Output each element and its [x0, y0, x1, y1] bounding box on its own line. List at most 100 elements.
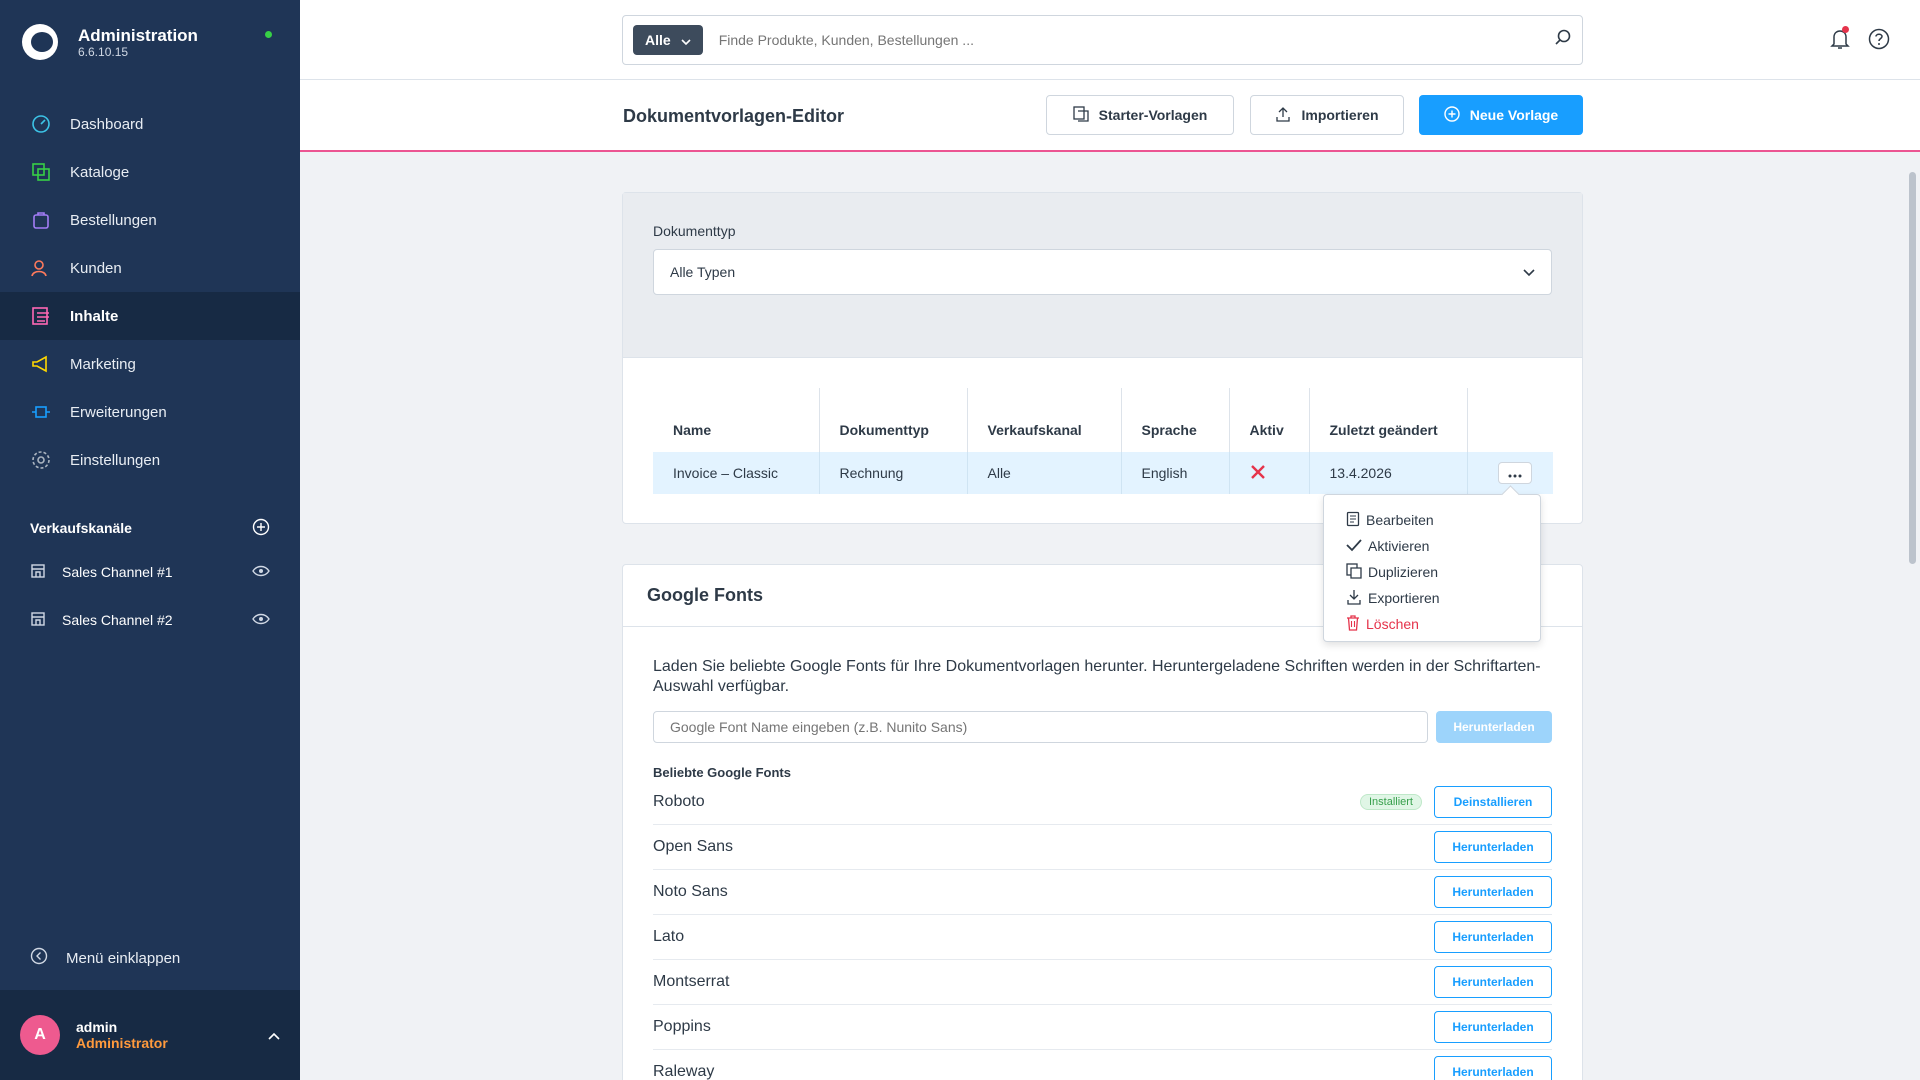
google-fonts-description: Laden Sie beliebte Google Fonts für Ihre…: [653, 658, 1541, 695]
search-input[interactable]: [718, 32, 1554, 48]
nav-item-customers[interactable]: Kunden: [0, 244, 300, 292]
sales-channel-label: Sales Channel #1: [62, 564, 173, 580]
sales-channel-item[interactable]: Sales Channel #1: [0, 548, 300, 596]
row-context-menu-button[interactable]: [1497, 462, 1532, 484]
font-row: Poppins Herunterladen: [653, 1005, 1552, 1050]
font-name: Roboto: [653, 793, 705, 810]
top-icons: [1830, 26, 1890, 55]
download-button[interactable]: Herunterladen: [1434, 966, 1552, 998]
chevron-up-icon: [268, 1027, 280, 1043]
document-type-label: Dokumenttyp: [653, 223, 736, 239]
scrollbar-thumb[interactable]: [1909, 172, 1916, 564]
nav-item-catalogs[interactable]: Kataloge: [0, 148, 300, 196]
document-type-value: Alle Typen: [670, 264, 736, 280]
catalog-icon: [30, 161, 52, 183]
bell-icon[interactable]: [1830, 26, 1850, 55]
avatar: A: [20, 1015, 60, 1055]
user-menu[interactable]: A admin Administrator: [0, 990, 300, 1080]
nav-label: Erweiterungen: [70, 403, 167, 421]
download-button[interactable]: Herunterladen: [1434, 921, 1552, 953]
nav-item-marketing[interactable]: Marketing: [0, 340, 300, 388]
table-header-row: Name Dokumenttyp Verkaufskanal Sprache A…: [653, 388, 1553, 452]
download-button[interactable]: Herunterladen: [1434, 831, 1552, 863]
font-name: Open Sans: [653, 838, 734, 855]
inactive-x-icon: [1250, 464, 1266, 483]
font-name: Noto Sans: [653, 883, 728, 900]
menu-item-delete[interactable]: Löschen: [1324, 611, 1540, 637]
menu-item-label: Bearbeiten: [1366, 512, 1434, 528]
menu-item-activate[interactable]: Aktivieren: [1324, 533, 1540, 559]
app-title: Administration: [78, 25, 198, 45]
search-scope-select[interactable]: Alle: [633, 25, 703, 55]
dashboard-icon: [30, 113, 52, 135]
column-header-channel[interactable]: Verkaufskanal: [967, 388, 1122, 452]
menu-item-edit[interactable]: Bearbeiten: [1324, 507, 1540, 533]
nav-item-settings[interactable]: Einstellungen: [0, 436, 300, 484]
new-template-button[interactable]: Neue Vorlage: [1419, 95, 1583, 135]
font-name: Raleway: [653, 1063, 715, 1080]
download-font-button[interactable]: Herunterladen: [1436, 711, 1552, 743]
import-button[interactable]: Importieren: [1250, 95, 1404, 135]
main-nav: Dashboard Kataloge Bestellungen Kunden I…: [0, 100, 300, 484]
font-row: Noto Sans Herunterladen: [653, 870, 1552, 915]
help-icon[interactable]: [1868, 28, 1890, 55]
shopware-logo-icon[interactable]: [22, 24, 58, 60]
customers-icon: [30, 257, 52, 279]
storefront-icon: [30, 563, 46, 582]
menu-item-duplicate[interactable]: Duplizieren: [1324, 559, 1540, 585]
column-header-modified[interactable]: Zuletzt geändert: [1309, 388, 1468, 452]
column-header-active[interactable]: Aktiv: [1229, 388, 1310, 452]
cell-modified: 13.4.2026: [1309, 452, 1468, 494]
document-type-select[interactable]: Alle Typen: [653, 249, 1552, 295]
download-button[interactable]: Herunterladen: [1434, 1011, 1552, 1043]
notification-dot-icon: [1842, 26, 1849, 33]
cell-channel: Alle: [967, 452, 1122, 494]
table-row[interactable]: Invoice – Classic Rechnung Alle English …: [653, 452, 1553, 494]
upload-icon: [1275, 106, 1291, 125]
nav-item-content[interactable]: Inhalte: [0, 292, 300, 340]
download-button[interactable]: Herunterladen: [1434, 876, 1552, 908]
font-row: Lato Herunterladen: [653, 915, 1552, 960]
uninstall-button[interactable]: Deinstallieren: [1434, 786, 1552, 818]
megaphone-icon: [30, 353, 52, 375]
chevron-left-circle-icon: [30, 947, 48, 969]
templates-table: Name Dokumenttyp Verkaufskanal Sprache A…: [653, 388, 1553, 494]
font-row: Roboto Installiert Deinstallieren: [653, 780, 1552, 825]
checkmark-icon: [1346, 538, 1362, 555]
nav-label: Einstellungen: [70, 451, 161, 469]
collapse-menu-button[interactable]: Menü einklappen: [0, 938, 300, 978]
more-dots-icon: [1508, 465, 1522, 481]
trash-icon: [1346, 614, 1360, 634]
search-scope-value: Alle: [645, 32, 671, 48]
font-download-row: Herunterladen: [653, 711, 1552, 743]
page-title: Dokumentvorlagen-Editor: [623, 106, 845, 126]
import-label: Importieren: [1301, 107, 1379, 123]
cell-doctype: Rechnung: [819, 452, 968, 494]
menu-item-export[interactable]: Exportieren: [1324, 585, 1540, 611]
search-icon[interactable]: [1554, 29, 1572, 52]
download-button[interactable]: Herunterladen: [1434, 1056, 1552, 1080]
column-header-doctype[interactable]: Dokumenttyp: [819, 388, 968, 452]
eye-icon[interactable]: [252, 612, 270, 628]
starter-templates-button[interactable]: Starter-Vorlagen: [1046, 95, 1234, 135]
app-version: 6.6.10.15: [78, 44, 129, 59]
installed-badge: Installiert: [1359, 794, 1422, 810]
nav-item-orders[interactable]: Bestellungen: [0, 196, 300, 244]
main-content: Dokumenttyp Alle Typen Name Dokumenttyp …: [300, 154, 1905, 1080]
nav-item-extensions[interactable]: Erweiterungen: [0, 388, 300, 436]
nav-item-dashboard[interactable]: Dashboard: [0, 100, 300, 148]
eye-icon[interactable]: [252, 564, 270, 580]
font-row: Montserrat Herunterladen: [653, 960, 1552, 1005]
filter-area: Dokumenttyp Alle Typen: [623, 193, 1582, 358]
add-channel-icon[interactable]: [252, 518, 270, 539]
column-header-language[interactable]: Sprache: [1121, 388, 1230, 452]
sales-channel-item[interactable]: Sales Channel #2: [0, 596, 300, 644]
starter-templates-label: Starter-Vorlagen: [1098, 107, 1208, 123]
column-header-name[interactable]: Name: [653, 388, 820, 452]
menu-item-label: Exportieren: [1368, 590, 1440, 606]
cell-language: English: [1121, 452, 1230, 494]
font-name-input[interactable]: [653, 711, 1428, 743]
page-scrollbar[interactable]: [1905, 154, 1920, 1080]
column-header-actions: [1467, 388, 1553, 452]
cell-active: [1229, 452, 1310, 494]
